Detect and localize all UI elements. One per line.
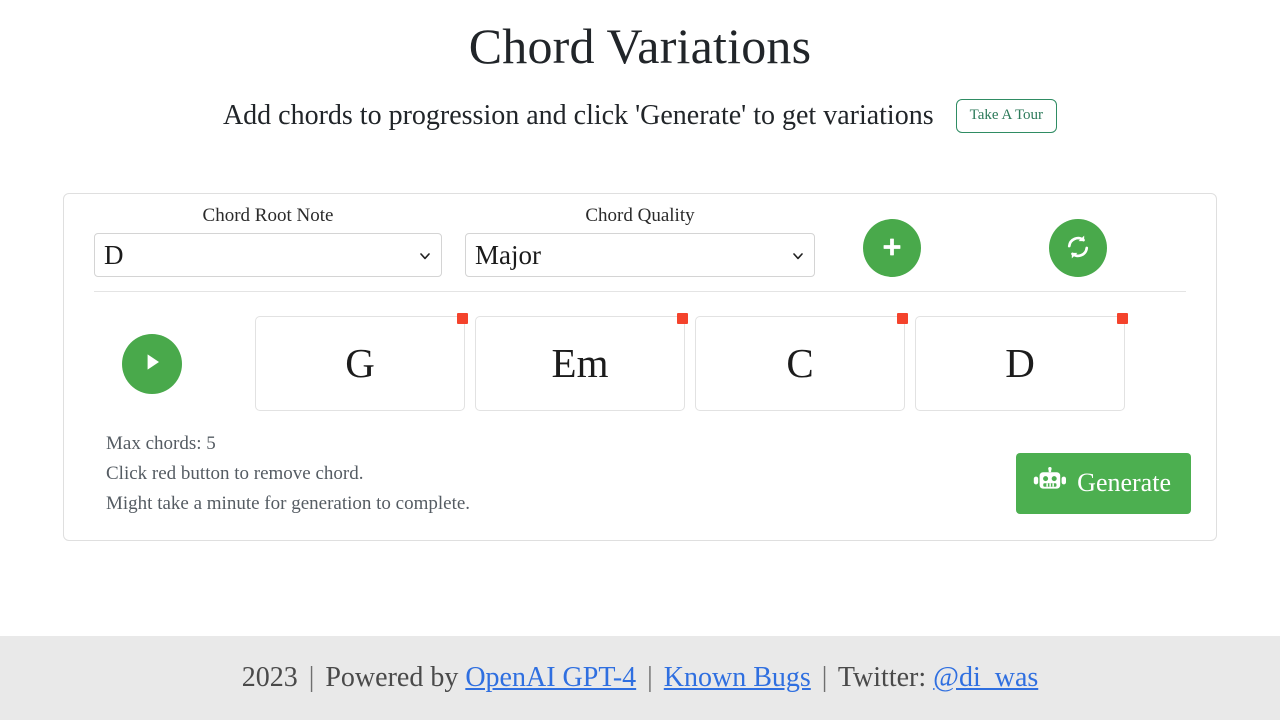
remove-chord-button[interactable] [1117,313,1128,324]
chord-list: G Em C D [255,313,1128,411]
known-bugs-link[interactable]: Known Bugs [664,662,811,693]
play-progression-button[interactable] [122,333,182,394]
chord-name: Em [551,340,609,386]
page-title: Chord Variations [468,18,812,74]
chord-name: C [786,340,814,386]
remove-chord-button[interactable] [457,313,468,324]
remove-chord-button[interactable] [897,313,908,324]
chord-card[interactable]: Em [475,313,688,411]
subtitle-row: Add chords to progression and click 'Gen… [0,99,1280,133]
plus-icon [879,234,905,263]
chord-card[interactable]: G [255,313,468,411]
chord-controls-row: Chord Root Note D Chord Quality Major [64,194,1216,291]
chord-root-note-value: D [104,239,124,270]
chord-name: G [345,340,375,386]
footer-text: 2023 | Powered by OpenAI GPT-4 | Known B… [242,664,1039,692]
chord-root-note-field: Chord Root Note D [94,206,442,277]
chevron-down-icon [419,249,431,261]
progression-row: G Em C D [64,292,1216,411]
take-a-tour-button[interactable]: Take A Tour [955,99,1058,133]
footer-powered-by: Powered by [325,662,459,693]
chord-quality-field: Chord Quality Major [465,206,815,277]
app-root: Chord Variations Add chords to progressi… [0,0,1280,720]
chord-quality-label: Chord Quality [585,205,695,226]
hint-max-chords: Max chords: 5 [106,433,216,454]
refresh-icon [1064,233,1092,264]
footer-separator: | [308,662,315,693]
chord-root-note-label: Chord Root Note [202,205,334,226]
robot-icon [1033,466,1067,500]
hint-remove-chord: Click red button to remove chord. [106,463,364,485]
add-chord-button[interactable] [863,219,921,277]
generate-button-label: Generate [1077,468,1171,498]
play-icon [139,349,165,378]
chord-card[interactable]: C [695,313,908,411]
openai-gpt4-link[interactable]: OpenAI GPT-4 [465,662,636,693]
chord-name: D [1005,340,1035,386]
chord-builder-panel: Chord Root Note D Chord Quality Major G … [63,193,1217,541]
footer-separator: | [821,662,828,693]
panel-bottom: Max chords: 5 Click red button to remove… [64,411,1216,540]
twitter-handle-link[interactable]: @di_was [933,662,1038,693]
chord-quality-select[interactable]: Major [465,233,815,277]
remove-chord-button[interactable] [677,313,688,324]
chord-quality-value: Major [475,239,541,270]
chord-card[interactable]: D [915,313,1128,411]
chord-root-note-select[interactable]: D [94,233,442,277]
footer-separator: | [647,662,653,693]
footer-twitter-label: Twitter: [837,662,927,693]
site-footer: 2023 | Powered by OpenAI GPT-4 | Known B… [0,636,1280,720]
chevron-down-icon [792,249,804,261]
generate-button[interactable]: Generate [1016,452,1191,514]
reset-progression-button[interactable] [1049,219,1107,277]
footer-year: 2023 [241,662,298,693]
page-subtitle: Add chords to progression and click 'Gen… [222,100,934,132]
hint-generation-time: Might take a minute for generation to co… [106,493,471,515]
hint-list: Max chords: 5 Click red button to remove… [106,431,470,518]
